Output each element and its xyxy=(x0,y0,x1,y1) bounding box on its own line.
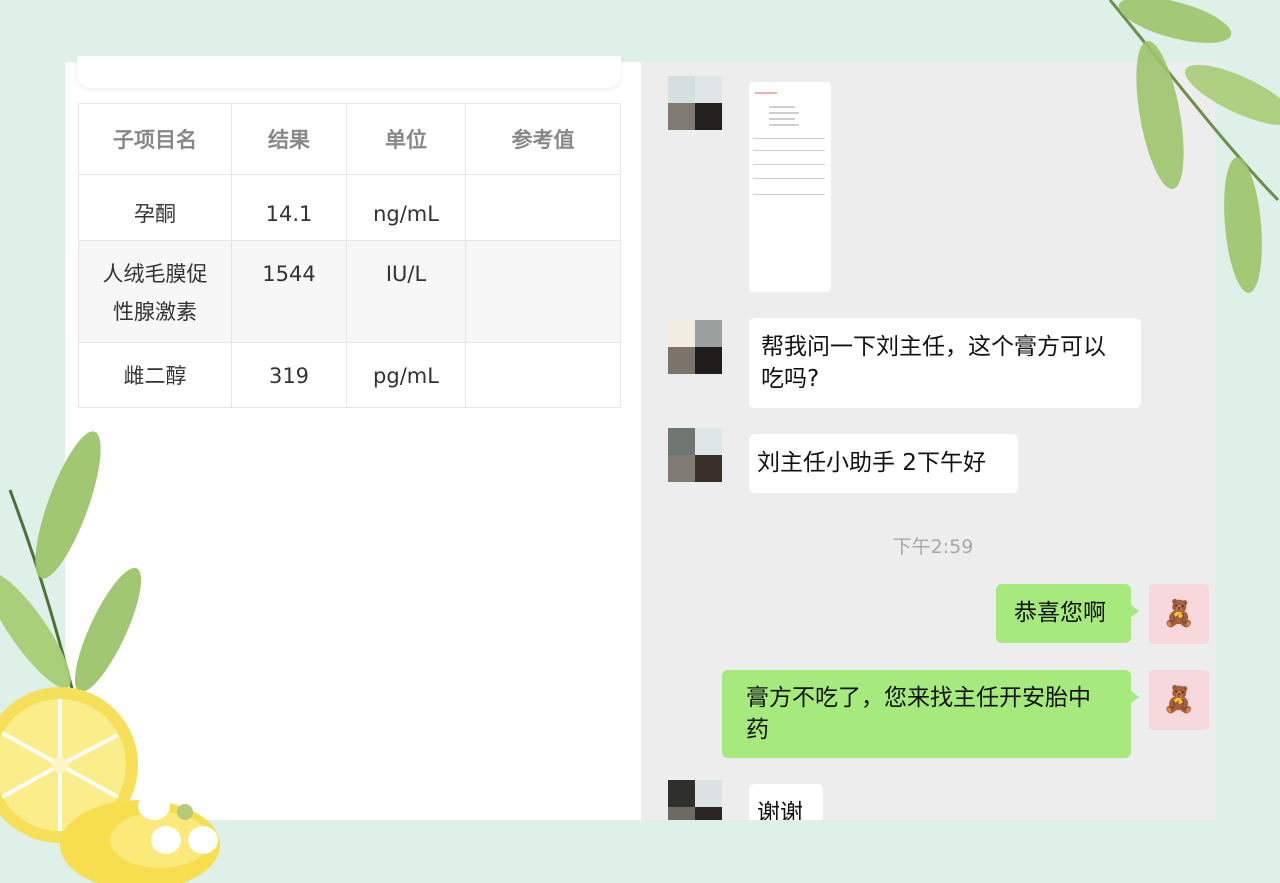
avatar[interactable] xyxy=(668,780,722,820)
avatar[interactable] xyxy=(668,428,722,482)
header-unit: 单位 xyxy=(346,103,466,175)
message-bubble[interactable]: 刘主任小助手 2下午好 xyxy=(749,434,1018,493)
table-row: 孕酮 14.1 ng/mL xyxy=(78,174,621,241)
bear-sticker-icon: 🧸 xyxy=(1162,685,1196,715)
lab-results-table: 子项目名 结果 单位 参考值 孕酮 14.1 ng/mL 人绒毛膜促 性腺激素 xyxy=(78,103,621,408)
message-text-line2: 吃吗? xyxy=(761,366,820,392)
message-bubble[interactable]: 帮我问一下刘主任，这个膏方可以 吃吗? xyxy=(749,318,1141,408)
item-unit: IU/L xyxy=(346,240,466,343)
message-text: 恭喜您啊 xyxy=(1014,600,1106,626)
item-name-line1: 人绒毛膜促 xyxy=(102,262,208,286)
header-result: 结果 xyxy=(231,103,347,175)
message-text-line1: 帮我问一下刘主任，这个膏方可以 xyxy=(761,334,1106,360)
my-avatar[interactable]: 🧸 xyxy=(1149,584,1209,644)
bear-sticker-icon: 🧸 xyxy=(1162,599,1196,629)
my-avatar[interactable]: 🧸 xyxy=(1149,670,1209,730)
item-unit: pg/mL xyxy=(346,342,466,408)
message-text: 谢谢 xyxy=(757,800,803,820)
header-reference: 参考值 xyxy=(465,103,621,175)
item-reference xyxy=(465,174,621,241)
report-card-top xyxy=(77,56,621,88)
table-row: 人绒毛膜促 性腺激素 1544 IU/L xyxy=(78,240,621,343)
message-bubble[interactable]: 谢谢 xyxy=(749,784,823,820)
item-name-line2: 性腺激素 xyxy=(113,300,197,324)
message-text-line1: 膏方不吃了，您来找主任开安胎中 xyxy=(746,685,1091,711)
avatar[interactable] xyxy=(668,76,722,130)
timestamp: 下午2:59 xyxy=(892,536,974,558)
my-message-bubble[interactable]: 膏方不吃了，您来找主任开安胎中 药 xyxy=(722,670,1139,758)
item-unit: ng/mL xyxy=(346,174,466,241)
message-text-line2: 药 xyxy=(746,717,769,743)
leaf-branch-icon xyxy=(1108,0,1280,293)
shared-screenshot-image[interactable] xyxy=(749,82,831,292)
item-name: 人绒毛膜促 性腺激素 xyxy=(78,240,232,343)
item-reference xyxy=(465,240,621,343)
table-header-row: 子项目名 结果 单位 参考值 xyxy=(78,103,621,175)
item-name: 孕酮 xyxy=(78,174,232,241)
avatar[interactable] xyxy=(668,320,722,374)
screenshot-collage: 子项目名 结果 单位 参考值 孕酮 14.1 ng/mL 人绒毛膜促 性腺激素 xyxy=(0,0,1280,883)
item-result: 14.1 xyxy=(231,174,347,241)
item-name: 雌二醇 xyxy=(78,342,232,408)
my-message-bubble[interactable]: 恭喜您啊 xyxy=(996,584,1139,643)
item-reference xyxy=(465,342,621,408)
message-text: 刘主任小助手 2下午好 xyxy=(757,450,986,476)
flower-icon xyxy=(138,768,232,854)
header-item-name: 子项目名 xyxy=(78,103,232,175)
item-result: 319 xyxy=(231,342,347,408)
table-row: 雌二醇 319 pg/mL xyxy=(78,342,621,408)
item-result: 1544 xyxy=(231,240,347,343)
